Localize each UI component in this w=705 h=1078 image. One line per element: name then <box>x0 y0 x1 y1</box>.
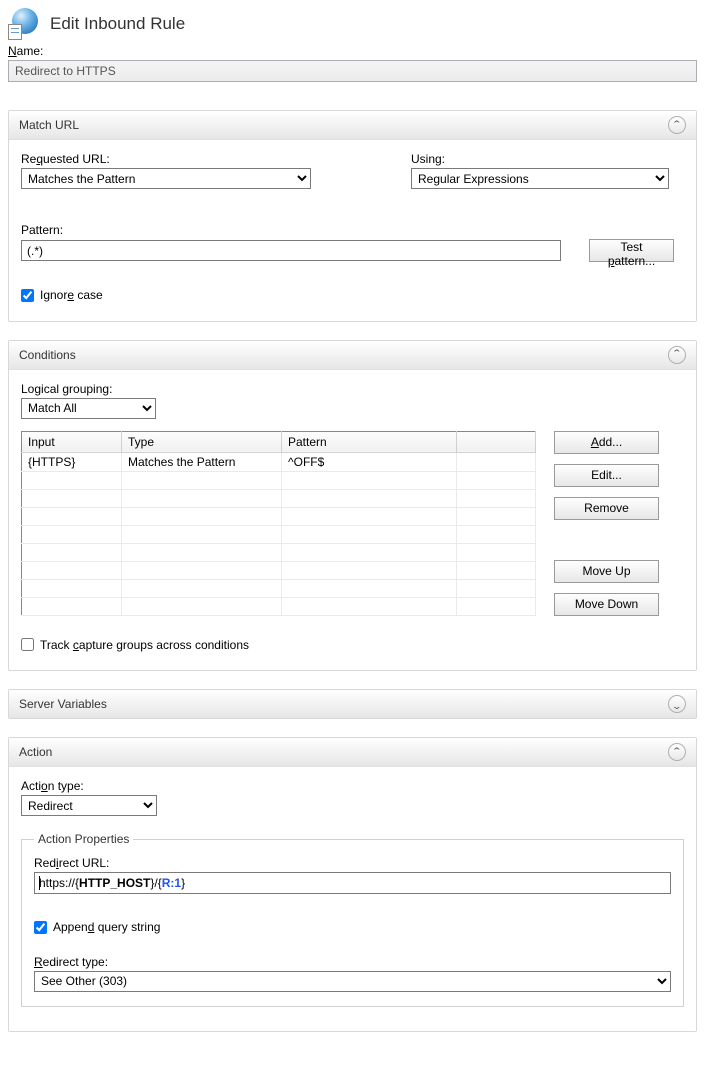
logical-grouping-label: Logical grouping: <box>21 382 684 396</box>
col-pattern[interactable]: Pattern <box>282 431 457 452</box>
page-header: Edit Inbound Rule <box>8 8 697 40</box>
col-type[interactable]: Type <box>122 431 282 452</box>
table-row[interactable] <box>22 507 536 525</box>
conditions-buttons: Add... Edit... Remove Move Up Move Down <box>554 431 659 616</box>
logical-grouping-select[interactable]: Match All <box>21 398 156 419</box>
section-header-server-variables[interactable]: Server Variables ⌄ <box>9 690 696 718</box>
collapse-button-conditions[interactable]: ⌃ <box>668 346 686 364</box>
edit-button[interactable]: Edit... <box>554 464 659 487</box>
section-title-match-url: Match URL <box>19 118 79 132</box>
section-server-variables: Server Variables ⌄ <box>8 689 697 719</box>
pattern-label: Pattern: <box>21 223 684 237</box>
collapse-button-action[interactable]: ⌃ <box>668 743 686 761</box>
table-row[interactable] <box>22 489 536 507</box>
track-capture-checkbox[interactable] <box>21 638 34 651</box>
chevron-up-icon: ⌃ <box>672 747 683 756</box>
redirect-type-label: Redirect type: <box>34 955 671 969</box>
table-row[interactable] <box>22 597 536 615</box>
section-header-conditions[interactable]: Conditions ⌃ <box>9 341 696 370</box>
table-row[interactable] <box>22 579 536 597</box>
section-title-conditions: Conditions <box>19 348 76 362</box>
name-label: Name: <box>8 44 697 58</box>
collapse-button-server-variables[interactable]: ⌄ <box>668 695 686 713</box>
move-down-button[interactable]: Move Down <box>554 593 659 616</box>
pattern-input[interactable] <box>21 240 561 261</box>
using-select[interactable]: Regular Expressions <box>411 168 669 189</box>
action-properties-group: Action Properties Redirect URL: https://… <box>21 832 684 1007</box>
globe-page-icon <box>8 8 40 40</box>
section-title-server-variables: Server Variables <box>19 697 107 711</box>
redirect-url-input[interactable]: https://{HTTP_HOST}/{R:1} <box>34 872 671 894</box>
cell-pattern: ^OFF$ <box>282 452 457 471</box>
remove-button[interactable]: Remove <box>554 497 659 520</box>
chevron-down-icon: ⌄ <box>672 702 683 711</box>
requested-url-select[interactable]: Matches the Pattern <box>21 168 311 189</box>
ignore-case-checkbox[interactable] <box>21 289 34 302</box>
chevron-up-icon: ⌃ <box>672 120 683 129</box>
table-row[interactable] <box>22 525 536 543</box>
test-pattern-button[interactable]: Test pattern... <box>589 239 674 262</box>
track-capture-label: Track capture groups across conditions <box>40 638 249 652</box>
add-button[interactable]: Add... <box>554 431 659 454</box>
using-label: Using: <box>411 152 669 166</box>
cell-type: Matches the Pattern <box>122 452 282 471</box>
section-action: Action ⌃ Action type: Redirect Action Pr… <box>8 737 697 1032</box>
move-up-button[interactable]: Move Up <box>554 560 659 583</box>
page-title: Edit Inbound Rule <box>50 14 185 34</box>
table-header-row: Input Type Pattern <box>22 431 536 452</box>
append-query-row[interactable]: Append query string <box>34 920 160 934</box>
table-row[interactable] <box>22 471 536 489</box>
action-type-select[interactable]: Redirect <box>21 795 157 816</box>
action-type-label: Action type: <box>21 779 684 793</box>
table-row[interactable] <box>22 561 536 579</box>
append-query-checkbox[interactable] <box>34 921 47 934</box>
col-input[interactable]: Input <box>22 431 122 452</box>
table-row[interactable]: {HTTPS} Matches the Pattern ^OFF$ <box>22 452 536 471</box>
section-title-action: Action <box>19 745 52 759</box>
redirect-type-select[interactable]: See Other (303) <box>34 971 671 992</box>
cell-input: {HTTPS} <box>22 452 122 471</box>
section-match-url: Match URL ⌃ Requested URL: Matches the P… <box>8 110 697 322</box>
col-blank[interactable] <box>457 431 536 452</box>
section-conditions: Conditions ⌃ Logical grouping: Match All… <box>8 340 697 672</box>
collapse-button-match-url[interactable]: ⌃ <box>668 116 686 134</box>
conditions-table-wrap: Input Type Pattern {HTTPS} Matches the P… <box>21 431 536 616</box>
append-query-label: Append query string <box>53 920 160 934</box>
section-header-match-url[interactable]: Match URL ⌃ <box>9 111 696 140</box>
section-header-action[interactable]: Action ⌃ <box>9 738 696 767</box>
table-row[interactable] <box>22 543 536 561</box>
ignore-case-row[interactable]: Ignore case <box>21 288 103 302</box>
conditions-table[interactable]: Input Type Pattern {HTTPS} Matches the P… <box>21 431 536 616</box>
redirect-url-label: Redirect URL: <box>34 856 671 870</box>
ignore-case-label: Ignore case <box>40 288 103 302</box>
track-capture-row[interactable]: Track capture groups across conditions <box>21 638 249 652</box>
chevron-up-icon: ⌃ <box>672 349 683 358</box>
name-input[interactable] <box>8 60 697 82</box>
requested-url-label: Requested URL: <box>21 152 311 166</box>
action-properties-legend: Action Properties <box>34 832 133 846</box>
